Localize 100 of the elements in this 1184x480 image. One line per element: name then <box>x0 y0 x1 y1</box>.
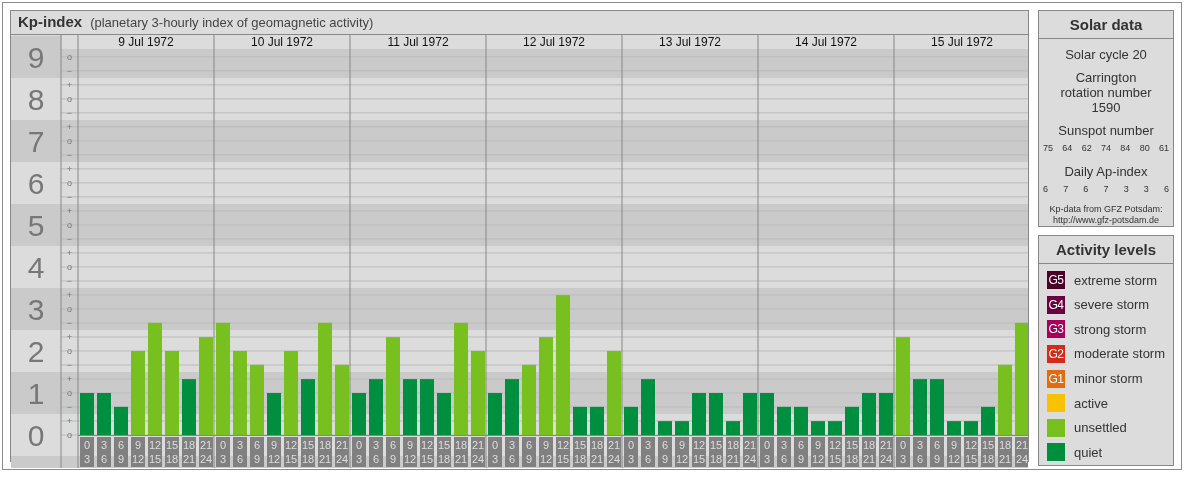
sublevel-label: o <box>67 261 72 272</box>
time-range-label: 6 9 <box>386 436 400 467</box>
day-label: 13 Jul 1972 <box>658 34 722 49</box>
sublevel-label: − <box>66 233 73 244</box>
level-label: active <box>1074 394 1108 413</box>
sunspot-value: 61 <box>1158 142 1169 155</box>
time-range-label: 15 18 <box>981 436 995 467</box>
time-range-label: 0 3 <box>80 436 94 467</box>
time-range-label: 9 12 <box>811 436 825 467</box>
time-range-label: 3 6 <box>641 436 655 467</box>
time-range-label: 21 24 <box>607 436 621 467</box>
time-range-label: 0 3 <box>896 436 910 467</box>
level-swatch: G1 <box>1047 369 1065 388</box>
time-range-label: 9 12 <box>131 436 145 467</box>
day-label: 11 Jul 1972 <box>387 34 449 49</box>
time-range-label: 18 21 <box>454 436 468 467</box>
time-range-label: 18 21 <box>182 436 196 467</box>
kp-level-label: 3 <box>27 292 45 326</box>
ap-value: 7 <box>1063 182 1069 196</box>
sunspot-value: 62 <box>1081 142 1092 155</box>
kp-level-label: 4 <box>27 250 45 284</box>
sublevel-label: − <box>66 275 73 286</box>
time-range-label: 3 6 <box>505 436 519 467</box>
sublevel-label: + <box>66 79 73 90</box>
sublevel-label: − <box>66 149 73 160</box>
level-label: minor storm <box>1074 369 1143 388</box>
time-range-label: 0 3 <box>352 436 366 467</box>
sublevel-label: o <box>67 177 72 188</box>
time-range-label: 0 3 <box>624 436 638 467</box>
time-range-label: 3 6 <box>777 436 791 467</box>
sublevel-label: o <box>67 387 72 398</box>
kp-level-label: 9 <box>27 40 45 74</box>
time-range-label: 21 24 <box>879 436 893 467</box>
kp-level-label: 5 <box>27 208 45 242</box>
kp-level-label: 8 <box>27 82 45 116</box>
sublevel-label: o <box>67 345 72 356</box>
level-label: extreme storm <box>1074 271 1158 290</box>
ap-value: 3 <box>1143 182 1149 196</box>
time-range-label: 9 12 <box>675 436 689 467</box>
time-range-label: 6 9 <box>930 436 944 467</box>
time-range-label: 15 18 <box>437 436 451 467</box>
sunspot-value: 75 <box>1043 142 1053 155</box>
sublevel-label: − <box>66 65 73 76</box>
sublevel-label: o <box>67 303 72 314</box>
time-range-label: 18 21 <box>862 436 876 467</box>
time-range-label: 3 6 <box>369 436 383 467</box>
chart-title: Kp-index <box>18 12 83 32</box>
sublevel-label: + <box>66 121 73 132</box>
level-swatch: G2 <box>1047 345 1065 364</box>
time-range-label: 21 24 <box>335 436 349 467</box>
day-label: 15 Jul 1972 <box>930 34 994 49</box>
time-range-label: 15 18 <box>845 436 859 467</box>
kp-level-label: 2 <box>27 334 45 368</box>
kp-level-label: 7 <box>27 124 45 158</box>
time-range-label: 15 18 <box>709 436 723 467</box>
time-range-label: 12 15 <box>964 436 978 467</box>
level-label: quiet <box>1074 443 1103 462</box>
sublevel-label: + <box>66 331 73 342</box>
sublevel-label: − <box>66 191 73 202</box>
ap-value: 6 <box>1164 182 1170 196</box>
time-range-label: 9 12 <box>539 436 553 467</box>
time-range-label: 15 18 <box>165 436 179 467</box>
kp-level-label: 0 <box>27 418 45 452</box>
time-range-label: 9 12 <box>267 436 281 467</box>
sublevel-label: − <box>66 107 73 118</box>
sublevel-label: o <box>67 93 72 104</box>
time-range-label: 3 6 <box>913 436 927 467</box>
sunspot-value: 64 <box>1062 142 1073 155</box>
time-range-label: 6 9 <box>114 436 128 467</box>
chart-subtitle: (planetary 3-hourly index of geomagnetic activity) <box>90 13 374 32</box>
time-range-label: 0 3 <box>760 436 774 467</box>
time-range-label: 9 12 <box>403 436 417 467</box>
time-range-label: 6 9 <box>794 436 808 467</box>
time-range-label: 18 21 <box>590 436 604 467</box>
time-range-label: 12 15 <box>148 436 162 467</box>
sunspot-heading: Sunspot number <box>1057 123 1155 138</box>
sublevel-label: − <box>66 359 73 370</box>
sublevel-label: + <box>66 205 73 216</box>
day-label: 10 Jul 1972 <box>250 34 314 49</box>
sublevel-label: + <box>66 415 73 426</box>
time-range-label: 12 15 <box>692 436 706 467</box>
sublevel-label: − <box>66 401 73 412</box>
ap-heading: Daily Ap-index <box>1063 163 1149 179</box>
level-label: moderate storm <box>1074 345 1166 364</box>
sublevel-label: o <box>67 429 72 440</box>
time-range-label: 21 24 <box>743 436 757 467</box>
time-range-label: 12 15 <box>556 436 570 467</box>
panel-title: Activity levels <box>1039 236 1174 264</box>
sublevel-label: + <box>66 289 73 300</box>
source-note: Kp-data from GFZ Potsdam: http://www.gfz-potsdam.de <box>1048 204 1164 226</box>
level-label: strong storm <box>1074 320 1147 339</box>
time-range-label: 3 6 <box>233 436 247 467</box>
ap-value: 6 <box>1043 182 1048 196</box>
time-range-label: 12 15 <box>420 436 434 467</box>
time-range-label: 0 3 <box>216 436 230 467</box>
level-swatch: G3 <box>1047 320 1065 339</box>
ap-value: 3 <box>1123 182 1129 196</box>
time-range-label: 9 12 <box>947 436 961 467</box>
level-swatch: G4 <box>1047 295 1065 314</box>
time-range-label: 12 15 <box>284 436 298 467</box>
